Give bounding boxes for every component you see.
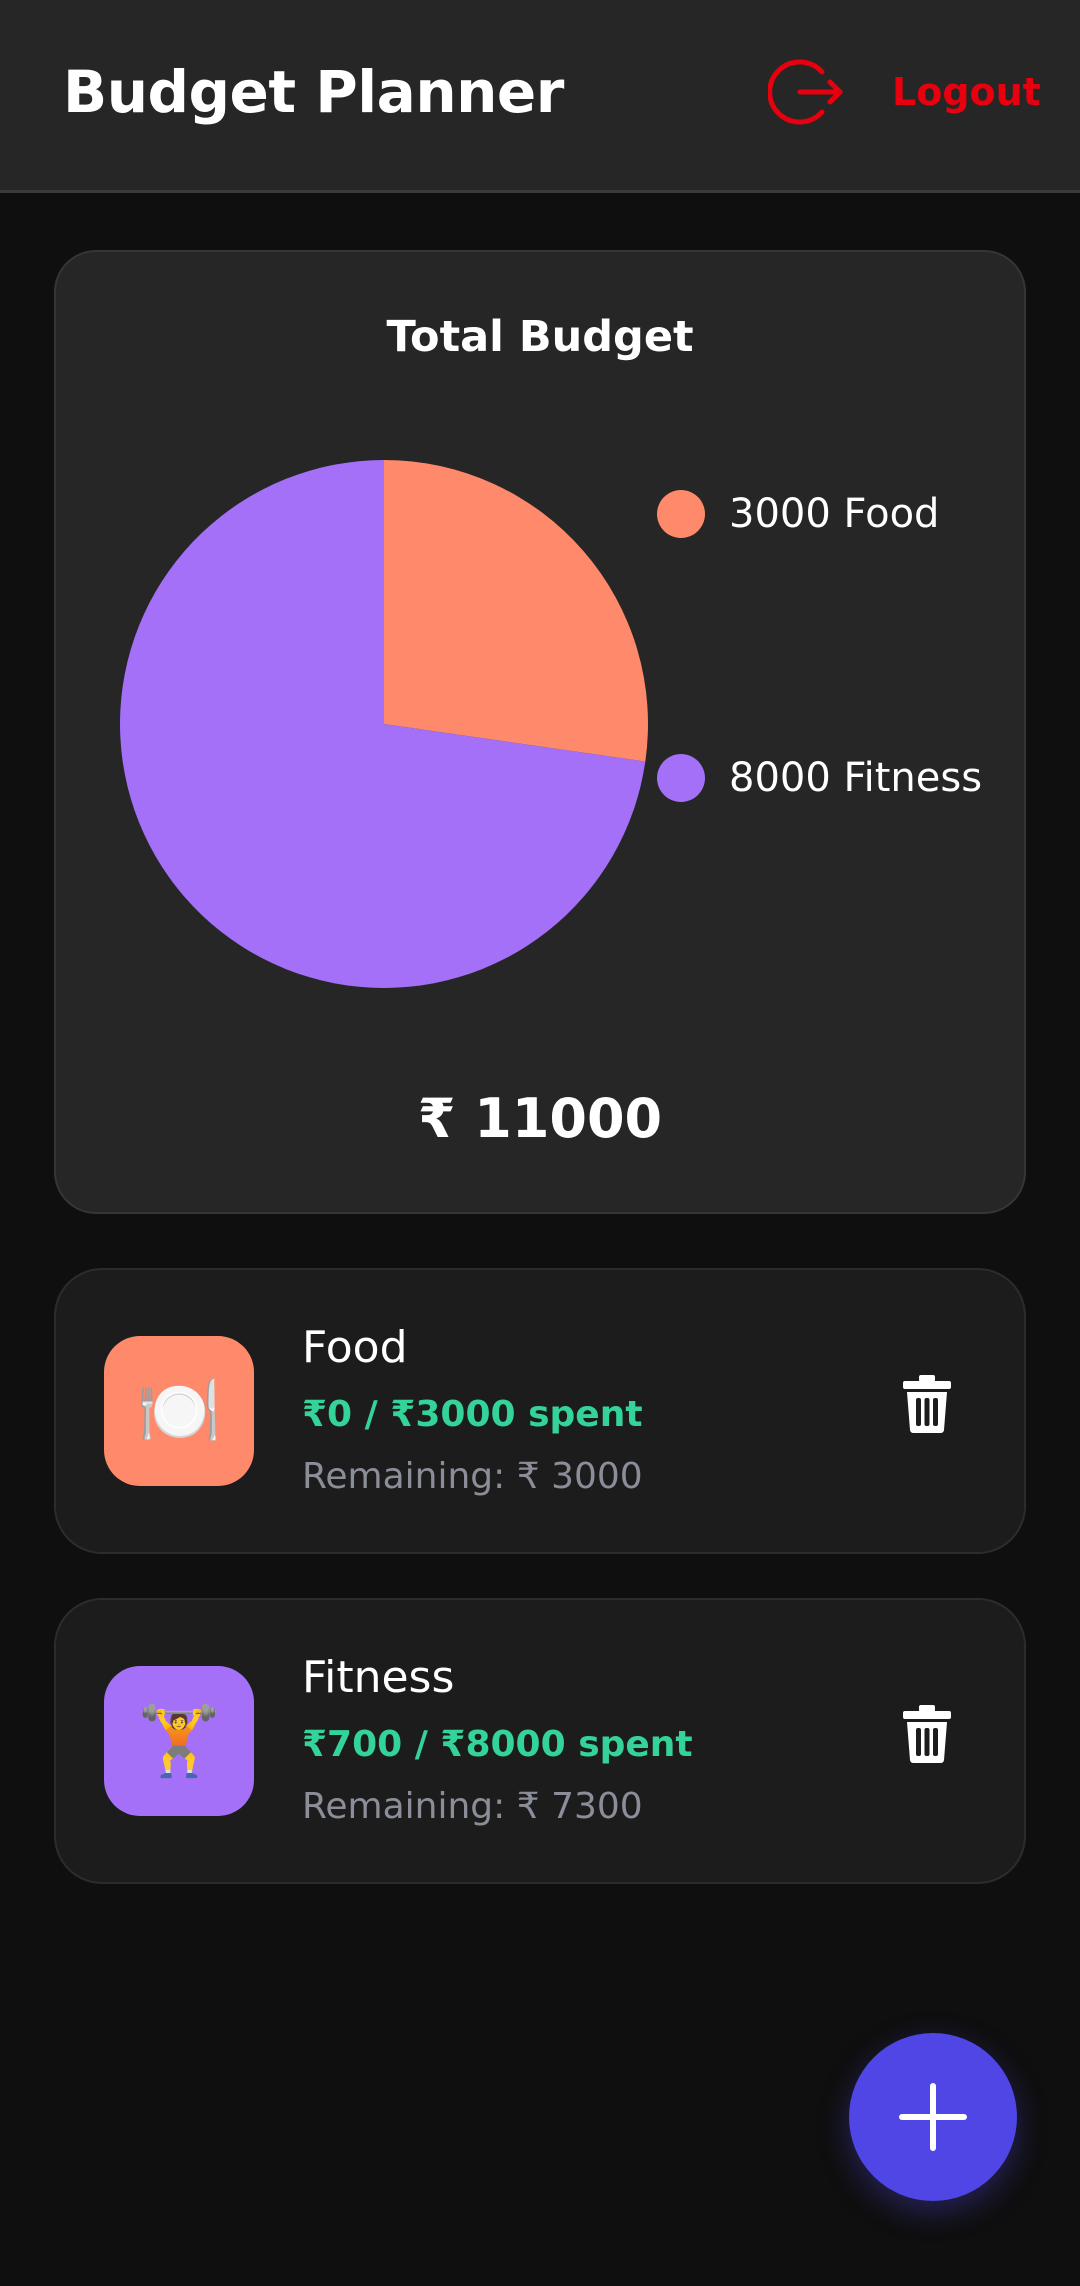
category-spent: ₹700 / ₹8000 spent xyxy=(302,1724,693,1765)
delete-food-button[interactable] xyxy=(902,1374,952,1434)
budget-pie-chart xyxy=(120,460,648,988)
total-budget-card: Total Budget 3000 Food 8000 Fitness ₹ 11… xyxy=(54,250,1026,1214)
legend-item-food: 3000 Food xyxy=(657,490,939,538)
logout-label: Logout xyxy=(892,70,1041,114)
category-card-food[interactable]: 🍽️ Food ₹0 / ₹3000 spent Remaining: ₹ 30… xyxy=(54,1268,1026,1554)
category-name: Food xyxy=(302,1322,408,1373)
legend-item-fitness: 8000 Fitness xyxy=(657,754,982,802)
category-remaining: Remaining: ₹ 7300 xyxy=(302,1786,643,1827)
add-category-button[interactable] xyxy=(849,2033,1017,2201)
category-name: Fitness xyxy=(302,1652,455,1703)
category-spent: ₹0 / ₹3000 spent xyxy=(302,1394,643,1435)
category-card-fitness[interactable]: 🏋️ Fitness ₹700 / ₹8000 spent Remaining:… xyxy=(54,1598,1026,1884)
app-title: Budget Planner xyxy=(63,58,564,126)
delete-fitness-button[interactable] xyxy=(902,1704,952,1764)
plus-icon xyxy=(898,2082,968,2152)
weightlifter-icon: 🏋️ xyxy=(104,1666,254,1816)
plate-icon: 🍽️ xyxy=(104,1336,254,1486)
logout-button[interactable]: Logout xyxy=(768,52,1041,132)
category-remaining: Remaining: ₹ 3000 xyxy=(302,1456,643,1497)
legend-dot-fitness xyxy=(657,754,705,802)
logout-icon xyxy=(768,52,848,132)
total-budget-title: Total Budget xyxy=(386,312,694,362)
total-budget-amount: ₹ 11000 xyxy=(417,1087,663,1150)
app-header: Budget Planner Logout xyxy=(0,0,1080,193)
trash-icon xyxy=(902,1374,952,1434)
legend-label-fitness: 8000 Fitness xyxy=(729,755,983,801)
pie-slice-food xyxy=(384,460,648,762)
legend-dot-food xyxy=(657,490,705,538)
trash-icon xyxy=(902,1704,952,1764)
legend-label-food: 3000 Food xyxy=(729,491,940,537)
